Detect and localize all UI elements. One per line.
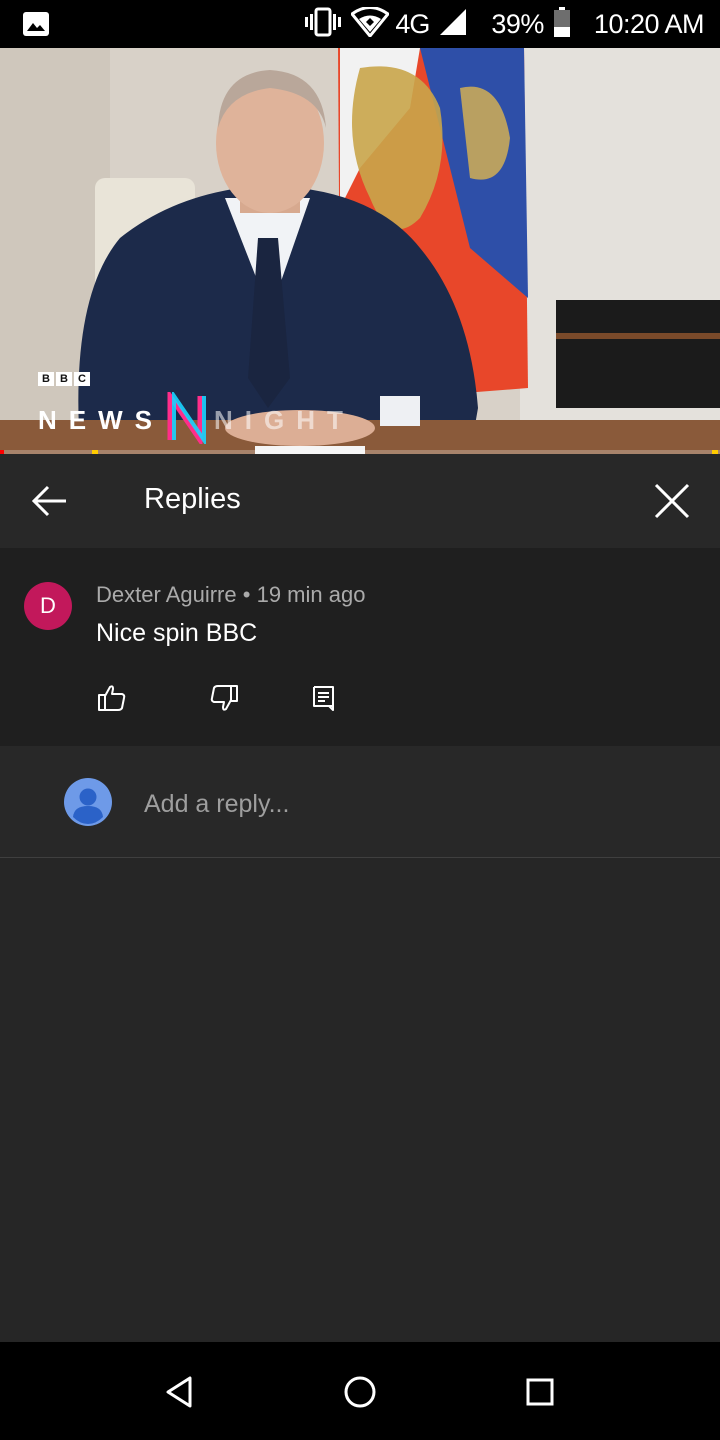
reply-button[interactable]: [308, 682, 340, 714]
nav-recents-icon: [526, 1378, 554, 1406]
meta-separator: •: [242, 582, 251, 607]
back-button[interactable]: [26, 477, 74, 525]
nav-back-button[interactable]: [160, 1372, 200, 1412]
thumbs-up-icon: [98, 685, 126, 711]
parent-comment: D Dexter Aguirre • 19 min ago Nice spin …: [0, 548, 720, 746]
system-nav-bar: [0, 1342, 720, 1440]
clock: 10:20 AM: [593, 8, 705, 39]
vibrate-icon: [305, 7, 342, 42]
arrow-left-icon: [31, 485, 66, 517]
commenter-avatar[interactable]: D: [24, 582, 72, 630]
reply-input[interactable]: [144, 784, 664, 824]
close-icon: [654, 483, 690, 519]
battery-icon: [553, 6, 570, 42]
nav-recents-button[interactable]: [520, 1372, 560, 1412]
comment-time: 19 min ago: [256, 582, 366, 607]
replies-header: Replies: [0, 454, 720, 548]
comment-author[interactable]: Dexter Aguirre: [96, 582, 237, 607]
network-type: 4G: [395, 8, 430, 39]
newsnight-n-logo-icon: [164, 387, 210, 449]
watermark-news: NEWS: [38, 405, 164, 435]
status-bar: 4G 39% 10:20 AM: [0, 0, 720, 48]
watermark-night: NIGHT: [214, 405, 355, 435]
newsnight-watermark: B B C NEWS NIGHT: [38, 372, 343, 449]
close-button[interactable]: [648, 477, 696, 525]
wifi-icon: [350, 5, 391, 42]
comment-meta: Dexter Aguirre • 19 min ago: [96, 582, 365, 608]
signal-icon: [439, 8, 467, 41]
video-player[interactable]: B B C NEWS NIGHT: [0, 48, 720, 454]
panel-title: Replies: [144, 483, 241, 515]
like-button[interactable]: [96, 682, 128, 714]
image-icon: [22, 11, 50, 42]
nav-home-button[interactable]: [340, 1372, 380, 1412]
bbc-logo: B B C: [38, 372, 90, 386]
thumbs-down-icon: [210, 685, 238, 711]
comment-icon: [313, 686, 334, 711]
nav-back-icon: [166, 1376, 192, 1408]
nav-home-icon: [344, 1376, 376, 1408]
user-avatar-icon: [64, 778, 112, 826]
comment-text: Nice spin BBC: [96, 619, 258, 647]
add-reply-row: [0, 746, 720, 858]
dislike-button[interactable]: [208, 682, 240, 714]
battery-percent: 39%: [491, 8, 544, 39]
